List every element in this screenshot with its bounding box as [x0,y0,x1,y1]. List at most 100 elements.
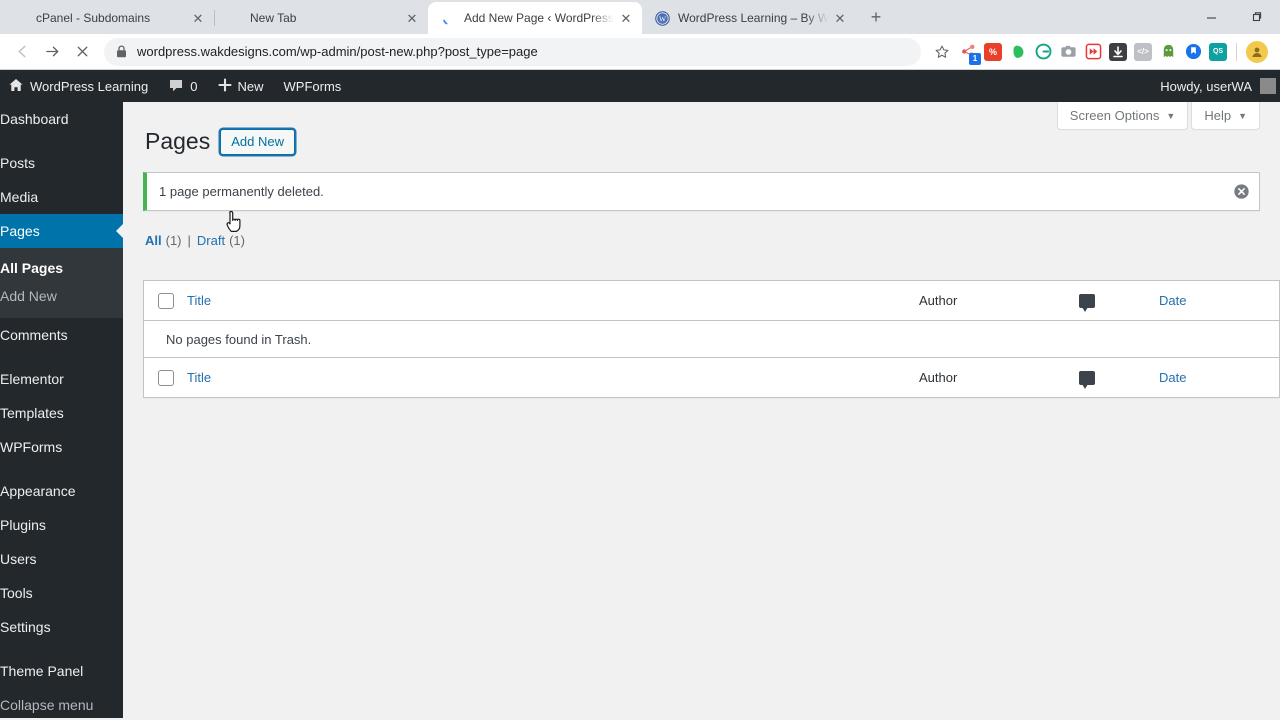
sidebar-item-users[interactable]: Users [0,542,123,576]
sidebar-item-comments[interactable]: Comments [0,318,123,352]
stop-loading-button[interactable] [68,38,96,66]
tab-close-icon[interactable]: ✕ [618,10,634,26]
ghostery-extension-icon[interactable] [1159,42,1177,61]
profile-avatar[interactable] [1246,40,1268,63]
wp-body: Dashboard Posts Media Pages All Pages Ad… [0,102,1280,718]
sidebar-item-label: Comments [0,327,68,343]
wp-admin-bar: WordPress Learning 0 New WPForms Howdy, … [0,70,1280,102]
sidebar-item-label: Settings [0,619,51,635]
sidebar-item-theme-panel[interactable]: Theme Panel [0,654,123,688]
chevron-down-icon: ▼ [1166,110,1176,121]
sidebar-submenu-item-all-pages[interactable]: All Pages [0,254,123,282]
adminbar-wpforms[interactable]: WPForms [274,70,352,102]
chevron-down-icon: ▼ [1238,110,1247,121]
wordpress-home-icon [8,77,24,96]
screenshot-extension-icon[interactable] [1059,42,1077,61]
sidebar-item-appearance[interactable]: Appearance [0,474,123,508]
browser-tab-new-tab[interactable]: New Tab ✕ [214,2,428,34]
menu-separator [0,352,123,362]
pocket-extension-icon[interactable] [1184,42,1202,61]
avatar [1260,78,1276,94]
dismiss-icon[interactable] [1231,182,1251,202]
sidebar-item-media[interactable]: Media [0,180,123,214]
tab-close-icon[interactable]: ✕ [190,10,206,26]
sidebar-item-plugins[interactable]: Plugins [0,508,123,542]
adminbar-comments[interactable]: 0 [158,70,207,102]
screen-meta-links: Screen Options ▼ Help ▼ [1054,102,1260,130]
sidebar-item-pages[interactable]: Pages [0,214,123,248]
comment-bubble-icon [1079,370,1095,389]
forward-button[interactable] [38,38,66,66]
code-extension-icon[interactable]: </> [1134,42,1152,61]
video-speed-extension-icon[interactable] [1084,42,1102,61]
sidebar-item-label: Dashboard [0,111,69,127]
sidebar-collapse-menu[interactable]: Collapse menu [0,688,123,718]
sidebar-item-posts[interactable]: Posts [0,146,123,180]
browser-tab-add-new-page[interactable]: Add New Page ‹ WordPress Lear ✕ [428,2,642,34]
percent-extension-icon[interactable]: % [984,42,1002,61]
sidebar-item-label: Pages [0,223,40,239]
loading-spinner-icon [440,10,456,26]
tab-title: WordPress Learning – By Wak Ac [678,11,828,25]
filter-count-all: (1) [165,233,182,248]
sidebar-submenu-label: All Pages [0,260,64,276]
download-extension-icon[interactable] [1109,42,1127,61]
back-button[interactable] [8,38,36,66]
browser-chrome: cPanel - Subdomains ✕ New Tab ✕ Add New … [0,0,1280,70]
extension-glyph: % [988,46,997,57]
select-all-checkbox[interactable] [144,292,187,309]
address-bar[interactable]: wordpress.wakdesigns.com/wp-admin/post-n… [104,37,921,66]
help-button[interactable]: Help ▼ [1191,102,1260,130]
sidebar-item-label: Media [0,189,39,205]
share-extension-icon[interactable]: 1 [959,42,981,65]
browser-tab-wordpress-learning[interactable]: W WordPress Learning – By Wak Ac ✕ [642,2,856,34]
column-header-date[interactable]: Date [1159,293,1279,308]
page-title: Pages [145,128,211,154]
bookmark-star-icon[interactable] [929,39,955,65]
sidebar-item-wpforms[interactable]: WPForms [0,430,123,464]
comment-bubble-icon [168,77,184,96]
filter-link-all[interactable]: All [145,233,162,248]
column-footer-title[interactable]: Title [187,370,919,385]
evernote-extension-icon[interactable] [1009,42,1027,61]
sidebar-submenu-item-add-new[interactable]: Add New [0,282,123,310]
column-footer-date[interactable]: Date [1159,370,1279,385]
window-minimize-button[interactable] [1188,0,1234,34]
sidebar-item-label: WPForms [0,439,63,455]
window-maximize-button[interactable] [1234,0,1280,34]
extension-glyph: </> [1137,47,1149,56]
select-all-checkbox-footer[interactable] [144,369,187,386]
column-header-comments [1079,293,1159,312]
new-tab-button[interactable]: + [862,3,890,31]
qs-extension-icon[interactable]: QS [1209,42,1227,61]
add-new-button[interactable]: Add New [220,128,295,155]
sidebar-item-label: Users [0,551,37,567]
screen-options-label: Screen Options [1069,108,1160,123]
tab-close-icon[interactable]: ✕ [832,10,848,26]
filter-link-draft[interactable]: Draft [197,233,225,248]
wordpress-icon: W [654,10,670,26]
adminbar-account[interactable]: Howdy, userWA [1160,70,1280,102]
adminbar-site-name[interactable]: WordPress Learning [0,70,158,102]
table-header-row: Title Author Date [144,281,1279,321]
adminbar-wpforms-label: WPForms [283,78,342,94]
screen-options-button[interactable]: Screen Options ▼ [1056,102,1189,130]
sidebar-item-dashboard[interactable]: Dashboard [0,102,123,136]
window-controls [1188,0,1280,34]
sidebar-item-settings[interactable]: Settings [0,610,123,644]
grammarly-extension-icon[interactable] [1034,42,1052,61]
filter-separator: | [187,233,191,248]
wordpress-admin: WordPress Learning 0 New WPForms Howdy, … [0,70,1280,718]
column-footer-comments [1079,370,1159,389]
sidebar-item-templates[interactable]: Templates [0,396,123,430]
tab-close-icon[interactable]: ✕ [404,10,420,26]
sidebar-item-tools[interactable]: Tools [0,576,123,610]
adminbar-new[interactable]: New [208,70,274,102]
column-header-title[interactable]: Title [187,293,919,308]
comment-bubble-icon [1079,293,1095,312]
browser-tab-cpanel[interactable]: cPanel - Subdomains ✕ [0,2,214,34]
sidebar-item-label: Theme Panel [0,663,84,679]
sidebar-item-elementor[interactable]: Elementor [0,362,123,396]
extension-badge: 1 [969,52,981,65]
sidebar-item-label: Tools [0,585,33,601]
